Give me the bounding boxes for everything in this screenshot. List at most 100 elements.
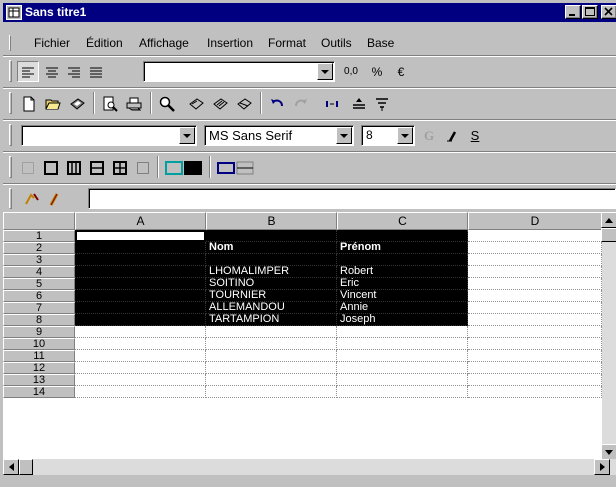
row-header-13[interactable]: 13 (3, 374, 75, 386)
menu-fichier[interactable]: Fichier (34, 35, 70, 51)
cell-c1[interactable] (337, 230, 468, 242)
cell-b11[interactable] (206, 350, 337, 362)
border-all-icon[interactable] (109, 157, 131, 178)
close-button[interactable] (601, 5, 616, 19)
italic-button[interactable] (441, 125, 463, 146)
cell-d6[interactable] (468, 290, 602, 302)
cell-a14[interactable] (75, 386, 206, 398)
scroll-thumb[interactable] (19, 459, 33, 475)
align-right-icon[interactable] (63, 61, 85, 82)
new-document-icon[interactable] (18, 93, 40, 114)
row-header-14[interactable]: 14 (3, 386, 75, 398)
cell-a2[interactable] (75, 242, 206, 254)
row-header-12[interactable]: 12 (3, 362, 75, 374)
scroll-thumb[interactable] (601, 228, 616, 242)
border-none-icon[interactable] (17, 157, 39, 178)
cell-d8[interactable] (468, 314, 602, 326)
cell-a5[interactable] (75, 278, 206, 290)
cell-c2[interactable]: Prénom (337, 242, 468, 254)
horizontal-scrollbar[interactable] (3, 459, 616, 475)
cell-a8[interactable] (75, 314, 206, 326)
cell-b9[interactable] (206, 326, 337, 338)
row-header-7[interactable]: 7 (3, 302, 75, 314)
menu-edition[interactable]: Édition (86, 35, 123, 51)
undo-icon[interactable] (266, 93, 288, 114)
cell-c11[interactable] (337, 350, 468, 362)
number-format-select[interactable] (143, 61, 335, 82)
cell-a12[interactable] (75, 362, 206, 374)
cell-b10[interactable] (206, 338, 337, 350)
cell-d3[interactable] (468, 254, 602, 266)
font-size-select[interactable]: 8 (361, 125, 415, 146)
edit-formula-icon[interactable] (43, 188, 65, 209)
cell-c12[interactable] (337, 362, 468, 374)
cell-a9[interactable] (75, 326, 206, 338)
select-all-corner[interactable] (3, 212, 75, 230)
cell-a4[interactable] (75, 266, 206, 278)
sort-ascending-icon[interactable] (348, 93, 370, 114)
menu-outils[interactable]: Outils (321, 35, 352, 51)
cell-c9[interactable] (337, 326, 468, 338)
cell-c4[interactable]: Robert (337, 266, 468, 278)
menu-format[interactable]: Format (268, 35, 306, 51)
currency-button[interactable]: € (390, 61, 412, 82)
paste-icon[interactable] (233, 93, 255, 114)
cell-d9[interactable] (468, 326, 602, 338)
row-header-4[interactable]: 4 (3, 266, 75, 278)
row-header-8[interactable]: 8 (3, 314, 75, 326)
function-icon[interactable] (21, 188, 43, 209)
redo-icon[interactable] (290, 93, 312, 114)
cell-b5[interactable]: SOITIÑO (206, 278, 337, 290)
vertical-scrollbar[interactable] (601, 212, 616, 460)
chevron-down-icon[interactable] (317, 63, 333, 80)
cell-c5[interactable]: Eric (337, 278, 468, 290)
column-header-b[interactable]: B (206, 212, 337, 230)
save-icon[interactable] (66, 93, 88, 114)
align-left-icon[interactable] (17, 61, 39, 82)
cell-b12[interactable] (206, 362, 337, 374)
cell-d14[interactable] (468, 386, 602, 398)
cell-b4[interactable]: LHOMALIMPER (206, 266, 337, 278)
cell-b2[interactable]: Nom (206, 242, 337, 254)
cell-a1[interactable] (75, 230, 206, 242)
cell-c13[interactable] (337, 374, 468, 386)
row-header-2[interactable]: 2 (3, 242, 75, 254)
cell-c8[interactable]: Joseph (337, 314, 468, 326)
scroll-left-icon[interactable] (3, 459, 19, 475)
cell-b13[interactable] (206, 374, 337, 386)
cell-d7[interactable] (468, 302, 602, 314)
cell-b3[interactable] (206, 254, 337, 266)
frame-color-icon[interactable] (215, 157, 257, 178)
chevron-down-icon[interactable] (336, 127, 352, 144)
cell-d13[interactable] (468, 374, 602, 386)
cell-c3[interactable] (337, 254, 468, 266)
copy-icon[interactable] (209, 93, 231, 114)
cell-b14[interactable] (206, 386, 337, 398)
cell-a10[interactable] (75, 338, 206, 350)
column-header-c[interactable]: C (337, 212, 468, 230)
border-vertical-icon[interactable] (63, 157, 85, 178)
row-header-11[interactable]: 11 (3, 350, 75, 362)
find-icon[interactable] (156, 93, 178, 114)
maximize-button[interactable] (582, 5, 598, 19)
decimals-button[interactable]: 0,0 (338, 61, 364, 82)
open-folder-icon[interactable] (42, 93, 64, 114)
scroll-up-icon[interactable] (601, 212, 616, 228)
percent-button[interactable]: % (366, 61, 388, 82)
cell-b7[interactable]: ALLEMANDOU (206, 302, 337, 314)
cell-b1[interactable] (206, 230, 337, 242)
bold-button[interactable]: G (418, 125, 440, 146)
cell-c7[interactable]: Annie (337, 302, 468, 314)
minimize-button[interactable] (565, 5, 581, 19)
row-header-10[interactable]: 10 (3, 338, 75, 350)
print-preview-icon[interactable] (99, 93, 121, 114)
column-header-d[interactable]: D (468, 212, 602, 230)
cell-d4[interactable] (468, 266, 602, 278)
style-select[interactable] (21, 125, 197, 146)
filter-icon[interactable] (371, 93, 393, 114)
cell-a7[interactable] (75, 302, 206, 314)
cell-d2[interactable] (468, 242, 602, 254)
cell-c10[interactable] (337, 338, 468, 350)
font-select[interactable]: MS Sans Serif (204, 125, 354, 146)
menu-affichage[interactable]: Affichage (139, 35, 189, 51)
